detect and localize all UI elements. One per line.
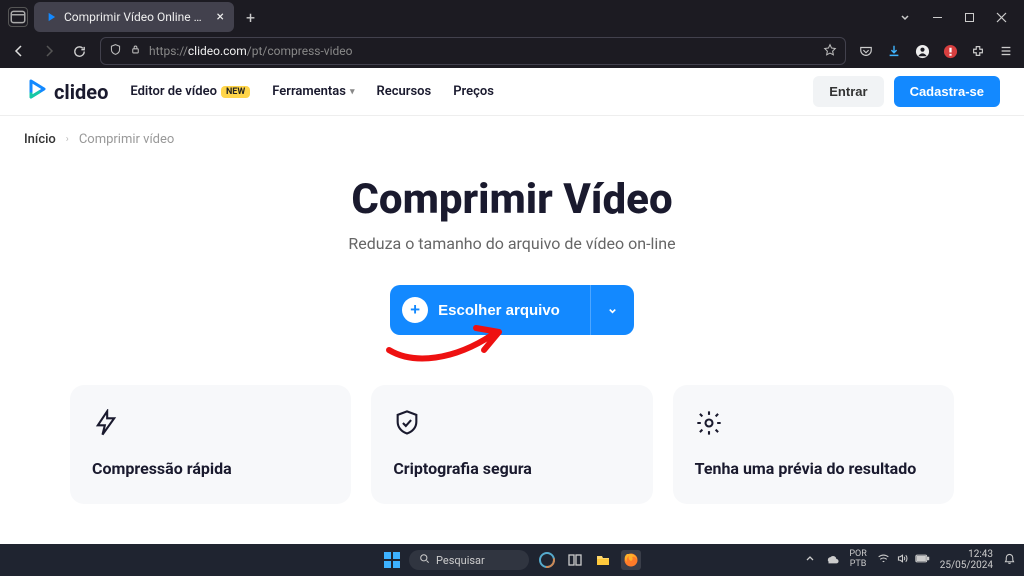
chevron-down-icon: ▾ — [350, 87, 355, 97]
feature-card: Tenha uma prévia do resultado — [673, 385, 954, 504]
shield-icon — [109, 43, 122, 59]
taskbar-search[interactable]: Pesquisar — [409, 550, 529, 570]
tab-title: Comprimir Vídeo Online — Di — [64, 10, 211, 24]
feature-title: Compressão rápida — [92, 459, 329, 480]
taskbar-app-firefox-icon[interactable] — [621, 550, 641, 570]
shield-check-icon — [393, 409, 630, 441]
nav-resources[interactable]: Recursos — [377, 84, 432, 99]
url-input[interactable]: https://clideo.com/pt/compress-video — [100, 37, 846, 65]
back-button[interactable] — [10, 42, 28, 60]
account-icon[interactable] — [914, 43, 930, 59]
breadcrumb-current: Comprimir vídeo — [79, 132, 175, 147]
new-tab-button[interactable]: + — [240, 8, 261, 27]
bookmark-star-icon[interactable] — [823, 43, 837, 60]
page-subtitle: Reduza o tamanho do arquivo de vídeo on-… — [0, 234, 1024, 253]
tray-language[interactable]: POR PTB — [849, 550, 866, 570]
tray-wifi-icon[interactable] — [877, 552, 890, 568]
taskbar-app-explorer-icon[interactable] — [593, 550, 613, 570]
download-icon[interactable] — [886, 43, 902, 59]
brand-logo[interactable]: clideo — [24, 77, 108, 106]
lightning-icon — [92, 409, 329, 441]
tray-clock[interactable]: 12:43 25/05/2024 — [940, 549, 993, 571]
site-header: clideo Editor de vídeo NEW Ferramentas ▾… — [0, 68, 1024, 116]
taskbar-app-copilot-icon[interactable] — [537, 550, 557, 570]
tabs-dropdown-icon[interactable] — [896, 8, 914, 26]
search-placeholder: Pesquisar — [436, 554, 485, 567]
nav-editor[interactable]: Editor de vídeo NEW — [130, 84, 250, 99]
new-badge: NEW — [221, 86, 250, 98]
tray-volume-icon[interactable] — [896, 552, 909, 568]
hero: Comprimir Vídeo Reduza o tamanho do arqu… — [0, 155, 1024, 365]
extensions-icon[interactable] — [970, 43, 986, 59]
page-title: Comprimir Vídeo — [0, 175, 1024, 224]
feature-title: Criptografia segura — [393, 459, 630, 480]
login-button[interactable]: Entrar — [813, 76, 883, 107]
choose-file-button[interactable]: + Escolher arquivo — [390, 285, 634, 335]
app-menu-icon[interactable] — [998, 43, 1014, 59]
window-maximize-icon[interactable] — [960, 8, 978, 26]
logo-icon — [24, 77, 48, 106]
breadcrumb: Início › Comprimir vídeo — [0, 116, 1024, 155]
plus-icon: + — [402, 297, 428, 323]
choose-file-dropdown[interactable] — [590, 285, 634, 335]
feature-cards: Compressão rápida Criptografia segura Te… — [0, 365, 1024, 504]
lock-icon — [130, 44, 141, 58]
gear-icon — [695, 409, 932, 441]
address-bar: https://clideo.com/pt/compress-video — [0, 34, 1024, 68]
recent-tabs-icon[interactable] — [8, 7, 28, 27]
signup-button[interactable]: Cadastra-se — [894, 76, 1000, 107]
choose-file-label: Escolher arquivo — [438, 302, 560, 319]
browser-chrome: Comprimir Vídeo Online — Di × + https://… — [0, 0, 1024, 68]
windows-start-icon[interactable] — [383, 551, 401, 569]
tab-favicon-icon — [44, 10, 58, 24]
search-icon — [419, 553, 430, 567]
url-text: https://clideo.com/pt/compress-video — [149, 44, 352, 58]
window-minimize-icon[interactable] — [928, 8, 946, 26]
browser-tab[interactable]: Comprimir Vídeo Online — Di × — [34, 2, 234, 32]
close-icon[interactable]: × — [217, 10, 224, 24]
nav-prices[interactable]: Preços — [453, 84, 494, 99]
tray-onedrive-icon[interactable] — [825, 552, 839, 569]
adblock-icon[interactable] — [942, 43, 958, 59]
tab-bar: Comprimir Vídeo Online — Di × + — [0, 0, 1024, 34]
tray-notifications-icon[interactable] — [1003, 552, 1016, 568]
reload-button[interactable] — [70, 42, 88, 60]
feature-card: Compressão rápida — [70, 385, 351, 504]
pocket-icon[interactable] — [858, 43, 874, 59]
breadcrumb-home[interactable]: Início — [24, 132, 56, 147]
forward-button — [40, 42, 58, 60]
brand-name: clideo — [54, 80, 108, 104]
tray-chevron-icon[interactable] — [805, 554, 815, 567]
taskbar-app-taskview-icon[interactable] — [565, 550, 585, 570]
feature-card: Criptografia segura — [371, 385, 652, 504]
tray-battery-icon[interactable] — [915, 552, 930, 568]
taskbar: Pesquisar POR PTB 12:43 25/05/2024 — [0, 544, 1024, 576]
feature-title: Tenha uma prévia do resultado — [695, 459, 932, 480]
window-close-icon[interactable] — [992, 8, 1010, 26]
nav-tools[interactable]: Ferramentas ▾ — [272, 84, 354, 99]
chevron-right-icon: › — [66, 134, 69, 145]
